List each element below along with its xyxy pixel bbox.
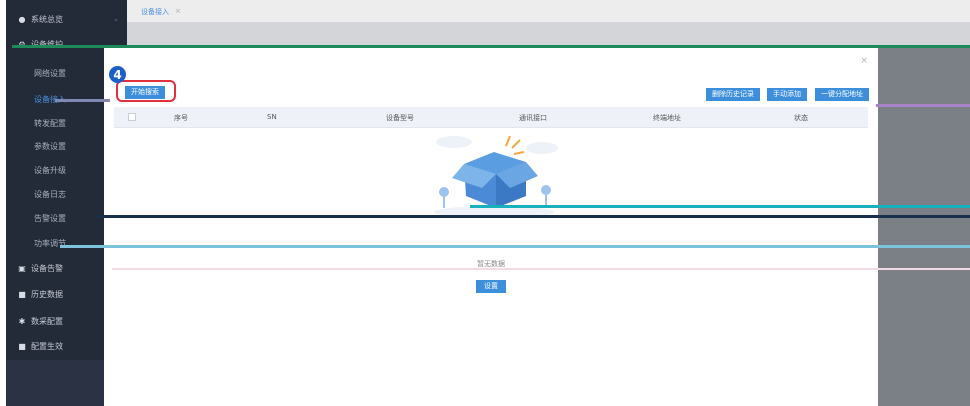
tab-close-icon[interactable]: × xyxy=(175,7,181,17)
column-header-interface: 通讯接口 xyxy=(519,114,547,122)
artifact-strip xyxy=(60,245,970,248)
sidebar-item-label: 参数设置 xyxy=(34,141,66,151)
sidebar-item-label: 设备告警 xyxy=(31,263,63,273)
sidebar-item-label: 数采配置 xyxy=(31,316,63,326)
table-header: 序号 SN 设备型号 通讯接口 终端地址 状态 xyxy=(114,107,868,128)
artifact-strip xyxy=(12,45,970,48)
artifact-strip xyxy=(95,215,970,218)
artifact-strip xyxy=(876,104,970,107)
artifact-strip xyxy=(55,99,110,102)
tab-label: 设备接入 xyxy=(141,8,169,16)
sidebar-item-label: 转发配置 xyxy=(34,118,66,128)
artifact-strip xyxy=(112,268,970,270)
shield-icon: ▣ xyxy=(18,263,26,273)
tab-device-access[interactable]: 设备接入 × xyxy=(141,7,181,17)
sidebar-item-label: 系统总览 xyxy=(31,14,63,24)
column-header-sn: SN xyxy=(267,113,277,121)
start-search-button[interactable]: 开始搜索 xyxy=(125,86,165,99)
artifact-strip xyxy=(470,205,970,208)
app-window: ● 系统总览 ⌄ ⚙ 设备维护 网络设置 设备接入 转发配置 参数设置 设备升级… xyxy=(0,0,970,406)
auto-allocate-button[interactable]: 一键分配地址 xyxy=(815,88,869,101)
sidebar-item-label: 告警设置 xyxy=(34,213,66,223)
step-badge: 4 xyxy=(109,66,126,83)
sidebar-item-label: 配置生效 xyxy=(31,341,63,351)
sidebar-item-label: 历史数据 xyxy=(31,289,63,299)
sidebar-item-label: 网络设置 xyxy=(34,68,66,78)
select-all-checkbox[interactable] xyxy=(128,113,136,121)
sidebar-item-label: 设备日志 xyxy=(34,189,66,199)
device-search-dialog: × 4 开始搜索 删除历史记录 手动添加 一键分配地址 序号 SN 设备型号 通… xyxy=(104,48,878,406)
apply-icon: ■ xyxy=(18,341,26,351)
setup-button[interactable]: 设置 xyxy=(476,280,506,293)
close-icon[interactable]: × xyxy=(860,56,868,66)
chevron-down-icon: ⌄ xyxy=(113,15,119,23)
column-header-index: 序号 xyxy=(174,114,188,122)
clear-history-button[interactable]: 删除历史记录 xyxy=(706,88,760,101)
history-icon: ■ xyxy=(18,289,26,299)
column-header-status: 状态 xyxy=(794,114,808,122)
column-header-address: 终端地址 xyxy=(653,114,681,122)
tab-bar: 设备接入 × xyxy=(127,0,970,23)
manual-add-button[interactable]: 手动添加 xyxy=(767,88,807,101)
sidebar-item-overview[interactable]: ● 系统总览 ⌄ xyxy=(6,8,127,30)
modal-overlay xyxy=(878,48,970,406)
sidebar-item-label: 设备升级 xyxy=(34,165,66,175)
column-header-model: 设备型号 xyxy=(386,114,414,122)
config-icon: ✱ xyxy=(18,316,26,326)
dashboard-icon: ● xyxy=(18,14,26,24)
